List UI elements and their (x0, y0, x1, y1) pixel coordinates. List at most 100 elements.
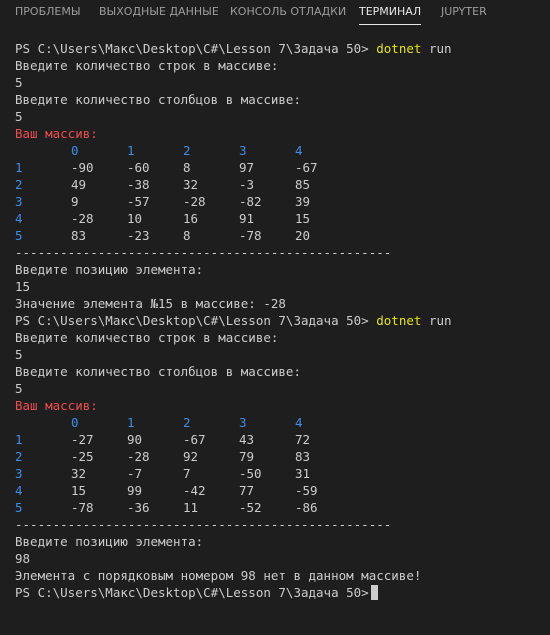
array-cell: 99 (127, 483, 143, 498)
array-col-header: 1 (127, 415, 135, 430)
tab-jupyter[interactable]: JUPYTER (441, 0, 487, 28)
array-cell: 83 (295, 449, 311, 464)
array-cell: -50 (239, 466, 262, 481)
result-line: Элемента с порядковым номером 98 нет в д… (15, 568, 422, 583)
array-cell: 31 (295, 466, 311, 481)
rows-prompt: Введите количество строк в массиве: (15, 58, 279, 73)
array-cell: -78 (71, 500, 94, 515)
array-cell: -28 (127, 449, 150, 464)
array-cell: 49 (71, 177, 87, 192)
array-row: 3 9 -57 -28 -82 39 (15, 193, 545, 210)
array-cell: 32 (71, 466, 87, 481)
array-label: Ваш массив: (15, 126, 98, 141)
array-header-row: 0 1 2 3 4 (15, 414, 545, 431)
panel-tab-bar: ПРОБЛЕМЫ ВЫХОДНЫЕ ДАННЫЕ КОНСОЛЬ ОТЛАДКИ… (0, 0, 550, 28)
command-args: run (428, 313, 452, 328)
array-cell: 97 (239, 160, 255, 175)
array-cell: 92 (183, 449, 199, 464)
array-cell: 20 (295, 228, 311, 243)
tab-terminal-label: ТЕРМИНАЛ (359, 5, 422, 18)
terminal-output[interactable]: PS C:\Users\Макс\Desktop\C#\Lesson 7\Зад… (15, 40, 545, 601)
array-col-header: 0 (71, 143, 79, 158)
active-prompt-line[interactable]: PS C:\Users\Макс\Desktop\C#\Lesson 7\Зад… (15, 584, 545, 601)
array-cell: 77 (239, 483, 255, 498)
array-cell: 7 (183, 466, 191, 481)
separator-line: ----------------------------------------… (15, 245, 392, 260)
tab-output[interactable]: ВЫХОДНЫЕ ДАННЫЕ (99, 0, 219, 28)
command-name: dotnet (376, 313, 422, 328)
prompt-text: PS C:\Users\Макс\Desktop\C#\Lesson 7\Зад… (15, 41, 369, 56)
prompt-line: PS C:\Users\Макс\Desktop\C#\Lesson 7\Зад… (15, 40, 545, 57)
position-prompt: Введите позицию элемента: (15, 262, 204, 277)
prompt-text: PS C:\Users\Макс\Desktop\C#\Lesson 7\Зад… (15, 313, 369, 328)
array-row: 1 -90 -60 8 97 -67 (15, 159, 545, 176)
array-col-header: 4 (295, 143, 303, 158)
tab-problems-label: ПРОБЛЕМЫ (15, 5, 81, 18)
tab-terminal[interactable]: ТЕРМИНАЛ (359, 0, 422, 28)
active-tab-indicator (359, 24, 422, 25)
array-row-index: 2 (15, 449, 23, 464)
array-row-index: 3 (15, 194, 23, 209)
separator-line: ----------------------------------------… (15, 517, 392, 532)
array-cell: -86 (295, 500, 318, 515)
command-args: run (428, 41, 452, 56)
array-row: 4 15 99 -42 77 -59 (15, 482, 545, 499)
array-cell: -78 (239, 228, 262, 243)
array-cell: -82 (239, 194, 262, 209)
array-cell: 43 (239, 432, 255, 447)
array-cell: 90 (127, 432, 143, 447)
array-cell: -28 (71, 211, 94, 226)
array-cell: 83 (71, 228, 87, 243)
tab-debug-console-label: КОНСОЛЬ ОТЛАДКИ (230, 5, 347, 18)
array-row: 2 -25 -28 92 79 83 (15, 448, 545, 465)
array-cell: 15 (71, 483, 87, 498)
array-cell: -7 (127, 466, 143, 481)
array-cell: 16 (183, 211, 199, 226)
array-cell: -27 (71, 432, 94, 447)
array-row: 1 -27 90 -67 43 72 (15, 431, 545, 448)
rows-input: 5 (15, 347, 23, 362)
array-cell: 32 (183, 177, 199, 192)
array-cell: -67 (183, 432, 206, 447)
array-cell: 8 (183, 228, 191, 243)
result-line: Значение элемента №15 в массиве: -28 (15, 296, 286, 311)
array-row: 3 32 -7 7 -50 31 (15, 465, 545, 482)
rows-input: 5 (15, 75, 23, 90)
array-cell: -57 (127, 194, 150, 209)
array-row-index: 4 (15, 483, 23, 498)
array-cell: 91 (239, 211, 255, 226)
prompt-line: PS C:\Users\Макс\Desktop\C#\Lesson 7\Зад… (15, 312, 545, 329)
array-cell: 72 (295, 432, 311, 447)
array-row: 4 -28 10 16 91 15 (15, 210, 545, 227)
array-col-header: 1 (127, 143, 135, 158)
array-header-row: 0 1 2 3 4 (15, 142, 545, 159)
terminal-cursor (370, 585, 378, 600)
tab-output-label: ВЫХОДНЫЕ ДАННЫЕ (99, 5, 219, 18)
cols-prompt: Введите количество столбцов в массиве: (15, 92, 301, 107)
array-row: 2 49 -38 32 -3 85 (15, 176, 545, 193)
cols-input: 5 (15, 109, 23, 124)
array-cell: -38 (127, 177, 150, 192)
rows-prompt: Введите количество строк в массиве: (15, 330, 279, 345)
tab-problems[interactable]: ПРОБЛЕМЫ (15, 0, 81, 28)
array-row: 5 83 -23 8 -78 20 (15, 227, 545, 244)
array-cell: -25 (71, 449, 94, 464)
array-cell: -60 (127, 160, 150, 175)
position-prompt: Введите позицию элемента: (15, 534, 204, 549)
array-row-index: 2 (15, 177, 23, 192)
tab-jupyter-label: JUPYTER (441, 5, 487, 18)
array-row-index: 1 (15, 432, 23, 447)
tab-debug-console[interactable]: КОНСОЛЬ ОТЛАДКИ (230, 0, 346, 28)
array-cell: 10 (127, 211, 143, 226)
array-cell: 11 (183, 500, 199, 515)
command-name: dotnet (376, 41, 422, 56)
prompt-text: PS C:\Users\Макс\Desktop\C#\Lesson 7\Зад… (15, 585, 369, 600)
array-cell: -28 (183, 194, 206, 209)
array-cell: 9 (71, 194, 79, 209)
array-row-index: 3 (15, 466, 23, 481)
array-col-header: 3 (239, 415, 247, 430)
cols-input: 5 (15, 381, 23, 396)
array-cell: 85 (295, 177, 311, 192)
array-col-header: 3 (239, 143, 247, 158)
array-row-index: 5 (15, 500, 23, 515)
